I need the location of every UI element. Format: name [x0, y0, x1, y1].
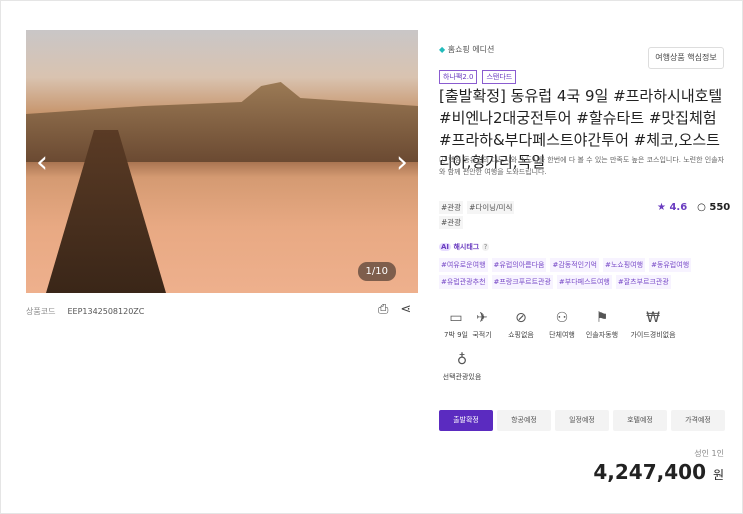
star-icon: ★: [657, 202, 666, 213]
description-text: 핵심 동유럽의 대도시와 소도시를 한번에 다 볼 수 있는 만족도 높은 코스…: [439, 156, 725, 176]
hashtag[interactable]: #동유럽여행: [649, 258, 692, 272]
price-amount: 4,247,400: [593, 460, 706, 484]
hashtag[interactable]: #유럽의아름다움: [491, 258, 547, 272]
hashtag[interactable]: #부다페스트여행: [556, 275, 612, 289]
hashtag[interactable]: #노쇼핑여행: [602, 258, 646, 272]
feature-item: ♁ 선택관광있음: [432, 352, 492, 382]
tag[interactable]: #관광: [439, 201, 464, 214]
price: 4,247,400 원: [593, 460, 724, 484]
next-arrow-icon[interactable]: ›: [396, 145, 408, 180]
product-code-value: EEP1342508120ZC: [67, 307, 145, 316]
key-info-button[interactable]: 여행상품 핵심정보: [648, 47, 724, 69]
product-code: 상품코드 EEP1342508120ZC: [26, 306, 144, 317]
feature-label: 가이드경비없음: [630, 331, 676, 339]
image-counter: 1/10: [357, 262, 396, 281]
feature-label: 단체여행: [549, 331, 575, 339]
hashtag[interactable]: #유럽관광추천: [439, 275, 488, 289]
help-icon[interactable]: ?: [481, 243, 490, 251]
hashtag[interactable]: #감동적인기억: [550, 258, 599, 272]
status-tab[interactable]: 항공예정: [497, 410, 551, 431]
product-code-label: 상품코드: [26, 307, 56, 316]
info-icon: ⓘ: [439, 156, 449, 164]
guide-icon: ⚑: [595, 310, 609, 326]
status-tab[interactable]: 가격예정: [671, 410, 725, 431]
ai-badge: AI: [439, 243, 452, 251]
comment-icon: ○: [697, 202, 706, 213]
feature-label: 선택관광있음: [442, 373, 482, 381]
balloon-icon: ♁: [456, 352, 468, 368]
status-tab[interactable]: 호텔예정: [613, 410, 667, 431]
feature-label: 쇼핑없음: [508, 331, 534, 339]
print-icon[interactable]: ⎙: [378, 302, 388, 317]
prev-arrow-icon[interactable]: ‹: [36, 145, 48, 180]
feature-label: 국적기: [472, 331, 492, 339]
price-unit: 성인 1인: [694, 449, 724, 458]
hashtag-header: AI 해시태그 ?: [439, 242, 490, 252]
product-photo[interactable]: ‹ › 1/10: [26, 30, 418, 293]
feature-label: 인솔자동행: [585, 331, 619, 339]
airplane-icon: ✈: [476, 310, 488, 326]
hashtag-label: 해시태그: [453, 243, 480, 251]
feature-item: ₩ 가이드경비없음: [623, 310, 683, 340]
review-count[interactable]: 550: [709, 202, 730, 213]
no-shopping-icon: ⊘: [515, 310, 527, 326]
hashtag[interactable]: #여유로운여행: [439, 258, 488, 272]
share-icon[interactable]: ⋖: [400, 302, 411, 317]
tag[interactable]: #다이닝/미식: [467, 201, 515, 214]
badge: 스탠다드: [482, 70, 517, 84]
hashtag[interactable]: #잘츠부르크관광: [615, 275, 671, 289]
product-description: ⓘ 핵심 동유럽의 대도시와 소도시를 한번에 다 볼 수 있는 만족도 높은 …: [439, 154, 729, 178]
shop-edition-label: 홈쇼핑 에디션: [447, 45, 495, 54]
group-icon: ⚇: [555, 310, 569, 326]
photo-city: [26, 82, 418, 162]
status-tab[interactable]: 출발확정: [439, 410, 493, 431]
status-tab[interactable]: 일정예정: [555, 410, 609, 431]
price-currency: 원: [712, 468, 724, 482]
badge: 하나팩2.0: [439, 70, 478, 84]
shop-edition: ◆ 홈쇼핑 에디션: [439, 44, 494, 55]
no-guide-fee-icon: ₩: [646, 310, 660, 326]
hashtag[interactable]: #프랑크푸르트관광: [491, 275, 553, 289]
tag[interactable]: #관광: [439, 216, 464, 229]
rating-value[interactable]: 4.6: [669, 202, 687, 213]
tag-icon: ◆: [439, 45, 446, 54]
